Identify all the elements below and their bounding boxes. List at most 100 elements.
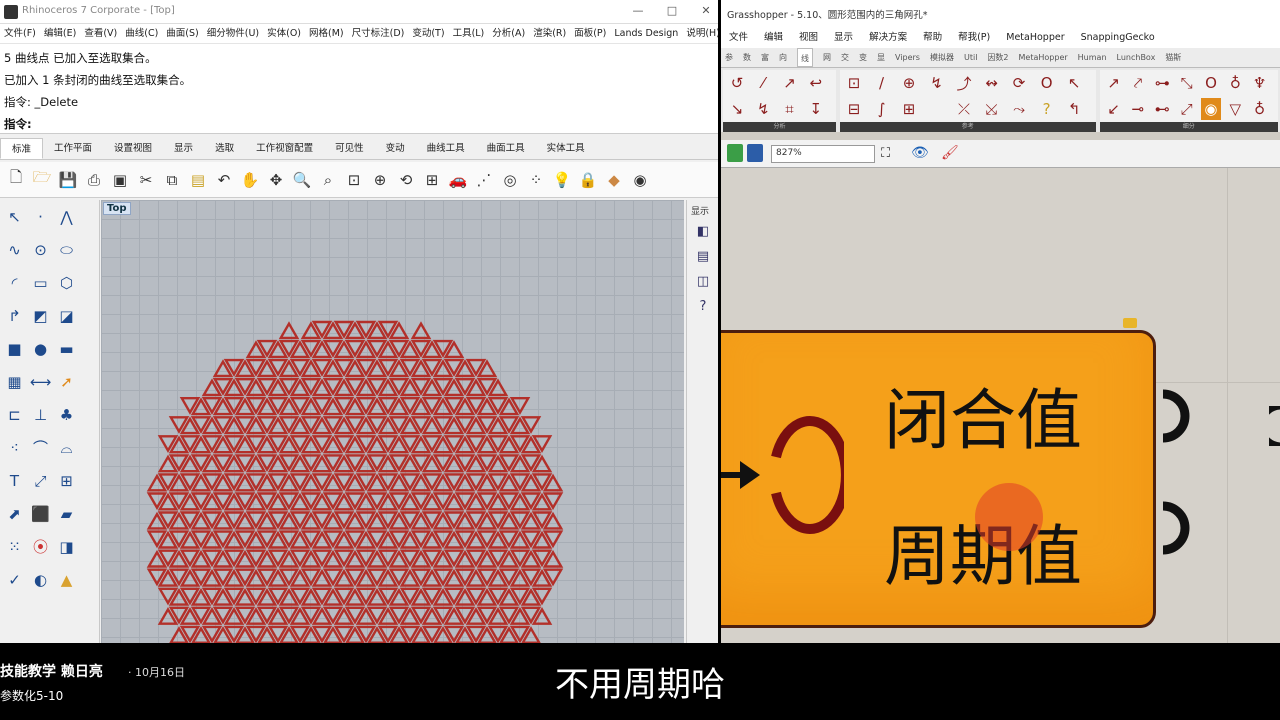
join-icon[interactable]: ⌓ [56, 437, 77, 458]
divide-component-icon[interactable]: ⁄ [753, 72, 773, 94]
drop-component-icon[interactable]: ♆ [1250, 72, 1270, 94]
square-component-icon[interactable]: ⊡ [844, 72, 864, 94]
cut-icon[interactable]: ✂ [136, 169, 156, 191]
grasshopper-menu-item[interactable]: 编辑 [764, 28, 783, 48]
arc-icon[interactable]: ◜ [4, 272, 25, 293]
copy-icon[interactable]: ⧉ [162, 169, 182, 191]
rhino-toolbar-tab[interactable]: 曲线工具 [416, 138, 476, 159]
grasshopper-tab[interactable]: Human [1078, 48, 1107, 67]
extend-component-icon[interactable]: ↗ [1104, 72, 1124, 94]
rhino-toolbar-tab[interactable]: 显示 [163, 138, 204, 159]
grasshopper-tab[interactable]: 显 [877, 48, 885, 67]
select-arrow-icon[interactable]: ↖ [4, 206, 25, 227]
rhino-toolbar-tab[interactable]: 标准 [0, 138, 44, 159]
rhino-toolbar-tab[interactable]: 选取 [204, 138, 245, 159]
minimize-icon[interactable]: — [630, 4, 646, 17]
seam-component-icon[interactable]: ◉ [1200, 98, 1221, 120]
grasshopper-tab[interactable]: MetaHopper [1019, 48, 1068, 67]
open-folder-icon[interactable]: 🗁 [32, 168, 52, 191]
pin-component-icon[interactable]: ♁ [1250, 98, 1270, 120]
rotate-view-icon[interactable]: ⟲ [396, 169, 416, 191]
point-component-icon[interactable]: ↩ [806, 72, 826, 94]
closed-curve-component[interactable]: 闭合值 周期值 [721, 330, 1156, 628]
explode-component-icon[interactable]: ⊶ [1152, 72, 1172, 94]
trim-icon[interactable]: ⊥ [30, 404, 51, 425]
top-viewport[interactable]: Top [101, 200, 684, 643]
closed-component-icon[interactable]: ↗ [780, 72, 800, 94]
zoom-dropdown[interactable]: 827% [771, 145, 875, 163]
grasshopper-tab[interactable]: 模拟器 [930, 48, 954, 67]
help-icon[interactable]: ? [691, 295, 715, 317]
point-icon[interactable]: · [30, 206, 51, 227]
undo-icon[interactable]: ↶ [214, 169, 234, 191]
plane-icon[interactable]: ▰ [56, 503, 77, 524]
zoom-extents-icon[interactable]: ⊡ [344, 169, 364, 191]
new-file-icon[interactable]: 🗋 [6, 168, 26, 191]
render-icon[interactable]: ◐ [30, 569, 51, 590]
matrix-icon[interactable]: ⁙ [4, 536, 25, 557]
rhino-toolbar-tab[interactable]: 工作平面 [43, 138, 103, 159]
check-icon[interactable]: ✓ [4, 569, 25, 590]
circle-component-icon[interactable]: ⊕ [899, 72, 919, 94]
valve-component-icon[interactable]: ♁ [1225, 72, 1245, 94]
sphere-icon[interactable]: ● [30, 338, 51, 359]
light-bulb-icon[interactable]: 💡 [552, 169, 572, 191]
s-curve-component-icon[interactable]: ∫ [872, 98, 892, 120]
loft-icon[interactable]: ◪ [56, 305, 77, 326]
pipe-component-icon[interactable]: ↯ [927, 72, 947, 94]
output-socket-period[interactable] [1162, 501, 1190, 555]
grasshopper-canvas[interactable]: 闭合值 周期值 [721, 168, 1280, 643]
rhino-menu-item[interactable]: 渲染(R) [533, 24, 566, 43]
flip-component-icon[interactable]: ⤡ [1177, 72, 1197, 94]
branch-component-icon[interactable]: ⤴ [954, 72, 974, 94]
tangent-component-icon[interactable]: ↧ [806, 98, 826, 120]
grasshopper-tab[interactable]: 线 [797, 48, 813, 67]
split-icon[interactable]: ⌒ [30, 437, 51, 458]
rhino-menu-item[interactable]: 文件(F) [4, 24, 36, 43]
funnel-component-icon[interactable]: ▽ [1225, 98, 1245, 120]
rhino-toolbar-tab[interactable]: 曲面工具 [476, 138, 536, 159]
rhino-toolbar-tab[interactable]: 变动 [375, 138, 416, 159]
rhino-menu-item[interactable]: 网格(M) [309, 24, 344, 43]
zoom-extents-icon[interactable]: ⛶ [881, 146, 890, 161]
grasshopper-menu-item[interactable]: 显示 [834, 28, 853, 48]
grasshopper-tab[interactable]: 交 [841, 48, 849, 67]
command-prompt[interactable]: 指令: [4, 113, 714, 135]
group-icon[interactable]: ♣ [56, 404, 77, 425]
pan-hand-icon[interactable]: ✋ [240, 169, 260, 191]
print-icon[interactable]: ⎙ [84, 169, 104, 191]
rhino-menu-item[interactable]: 面板(P) [574, 24, 606, 43]
curve-icon[interactable]: ∿ [4, 239, 25, 260]
box-component-icon[interactable]: ⊞ [899, 98, 919, 120]
grid-array-icon[interactable]: ⊞ [56, 470, 77, 491]
rhino-menu-item[interactable]: Lands Design [614, 24, 678, 43]
boolean-icon[interactable]: ⊏ [4, 404, 25, 425]
grasshopper-menu-item[interactable]: 解决方案 [869, 28, 907, 48]
solid-box-icon[interactable]: ⬛ [30, 503, 51, 524]
ring-component-icon[interactable]: O [1201, 72, 1221, 94]
rhino-menu-item[interactable]: 实体(O) [267, 24, 301, 43]
zoom-icon[interactable]: 🔍 [292, 169, 312, 191]
offset-component-icon[interactable]: ↭ [982, 72, 1002, 94]
cone-icon[interactable]: ▲ [56, 569, 77, 590]
rebuild-component-icon[interactable]: ↙ [1104, 98, 1124, 120]
viewport-label[interactable]: Top [103, 202, 131, 215]
rhino-menu-item[interactable]: 曲线(C) [125, 24, 158, 43]
rhino-toolbar-tab[interactable]: 可见性 [324, 138, 375, 159]
blank-icon[interactable] [927, 98, 947, 120]
grasshopper-tab[interactable]: Vipers [895, 48, 920, 67]
material-icon[interactable]: ◆ [604, 169, 624, 191]
smooth-component-icon[interactable]: ⊷ [1152, 98, 1172, 120]
grasshopper-tab[interactable]: 富 [761, 48, 769, 67]
polyline-icon[interactable]: ⋀ [56, 206, 77, 227]
grasshopper-menu-item[interactable]: MetaHopper [1006, 28, 1064, 48]
polygon-component-icon[interactable]: ⊟ [844, 98, 864, 120]
grasshopper-menu-item[interactable]: 文件 [729, 28, 748, 48]
gumball-icon[interactable]: ⦿ [30, 536, 51, 557]
circle-icon[interactable]: ⊙ [30, 239, 51, 260]
grasshopper-tab[interactable]: 网 [823, 48, 831, 67]
cross-component-icon[interactable]: ⤫ [954, 98, 974, 120]
zoom-selected-icon[interactable]: ⊕ [370, 169, 390, 191]
split-component-icon[interactable]: ↖ [1064, 72, 1084, 94]
join-component-icon[interactable]: ⊸ [1128, 98, 1148, 120]
